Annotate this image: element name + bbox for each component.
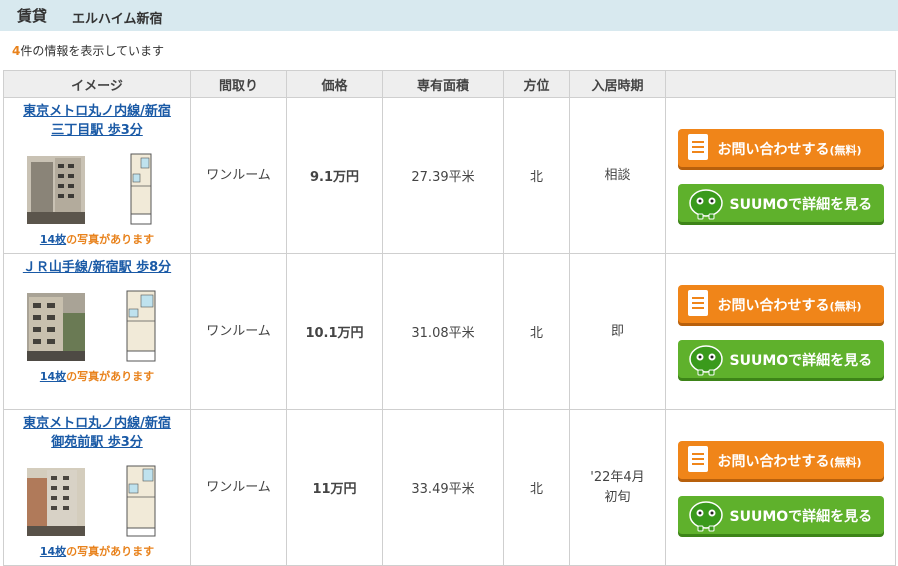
building-photo[interactable] [27, 468, 85, 536]
result-count: 4件の情報を表示しています [12, 42, 164, 59]
inquiry-note: (無料) [829, 456, 862, 469]
image-cell: ＪＲ山手線/新宿駅 歩8分 14枚の写真があります [3, 253, 191, 410]
document-icon [687, 446, 708, 472]
photo-count-text: の写真があります [66, 545, 155, 558]
floor-plan-image[interactable] [121, 152, 161, 226]
suumo-mascot-icon [688, 189, 723, 220]
suumo-mascot-icon [688, 345, 723, 376]
suumo-mascot-icon [688, 501, 723, 532]
image-cell: 東京メトロ丸ノ内線/新宿御苑前駅 歩3分 14枚の写真があります [3, 409, 191, 566]
listing-table: イメージ 間取り 価格 専有面積 方位 入居時期 東京メトロ丸ノ内線/新宿三丁目… [3, 70, 896, 566]
inquiry-label: お問い合わせする [717, 142, 830, 158]
result-count-text: 件の情報を表示しています [20, 44, 165, 58]
floor-plan-image[interactable] [121, 289, 161, 363]
col-image: イメージ [3, 70, 191, 98]
layout-cell: ワンルーム [190, 253, 287, 410]
actions-cell: お問い合わせする(無料) SUUMOで詳細を見る [665, 409, 896, 566]
category-label: 賃貸 [17, 7, 48, 25]
direction-cell: 北 [503, 253, 570, 410]
inquiry-label: お問い合わせする [717, 298, 830, 314]
inquiry-button[interactable]: お問い合わせする(無料) [677, 285, 884, 323]
photo-count-text: の写真があります [66, 233, 155, 246]
area-cell: 33.49平米 [382, 409, 504, 566]
col-direction: 方位 [503, 70, 570, 98]
col-area: 専有面積 [382, 70, 504, 98]
inquiry-note: (無料) [829, 300, 862, 313]
inquiry-button[interactable]: お問い合わせする(無料) [677, 441, 884, 479]
inquiry-label: お問い合わせする [717, 454, 830, 470]
suumo-detail-button[interactable]: SUUMOで詳細を見る [677, 496, 884, 534]
price-cell: 9.1万円 [286, 97, 383, 254]
price-cell: 11万円 [286, 409, 383, 566]
image-cell: 東京メトロ丸ノ内線/新宿三丁目駅 歩3分 14枚の写真があります [3, 97, 191, 254]
document-icon [687, 134, 708, 160]
building-photo[interactable] [27, 293, 85, 361]
document-icon [687, 290, 708, 316]
suumo-detail-button[interactable]: SUUMOで詳細を見る [677, 184, 884, 222]
building-photo[interactable] [27, 156, 85, 224]
col-move-in: 入居時期 [569, 70, 666, 98]
direction-cell: 北 [503, 97, 570, 254]
photo-count-text: の写真があります [66, 370, 155, 383]
actions-cell: お問い合わせする(無料) SUUMOで詳細を見る [665, 97, 896, 254]
col-layout: 間取り [190, 70, 287, 98]
photo-count: 14枚の写真があります [4, 231, 190, 247]
station-link[interactable]: ＪＲ山手線/新宿駅 歩8分 [22, 258, 172, 277]
layout-cell: ワンルーム [190, 409, 287, 566]
station-link[interactable]: 東京メトロ丸ノ内線/新宿三丁目駅 歩3分 [22, 102, 172, 140]
table-header-row: イメージ 間取り 価格 専有面積 方位 入居時期 [3, 70, 896, 98]
photo-count-link[interactable]: 14枚 [40, 370, 66, 383]
suumo-label: SUUMOで詳細を見る [729, 197, 873, 213]
actions-cell: お問い合わせする(無料) SUUMOで詳細を見る [665, 253, 896, 410]
suumo-label: SUUMOで詳細を見る [729, 509, 873, 525]
photo-count: 14枚の写真があります [4, 368, 190, 384]
col-actions [665, 70, 896, 98]
page-header: 賃貸 エルハイム新宿 [0, 0, 898, 31]
inquiry-button[interactable]: お問い合わせする(無料) [677, 129, 884, 167]
building-name: エルハイム新宿 [72, 12, 163, 27]
direction-cell: 北 [503, 409, 570, 566]
station-link[interactable]: 東京メトロ丸ノ内線/新宿御苑前駅 歩3分 [22, 414, 172, 452]
table-row: ＪＲ山手線/新宿駅 歩8分 14枚の写真があります ワンルーム 10.1万円 3… [3, 253, 896, 410]
suumo-detail-button[interactable]: SUUMOで詳細を見る [677, 340, 884, 378]
area-cell: 31.08平米 [382, 253, 504, 410]
price-cell: 10.1万円 [286, 253, 383, 410]
inquiry-note: (無料) [829, 144, 862, 157]
layout-cell: ワンルーム [190, 97, 287, 254]
table-row: 東京メトロ丸ノ内線/新宿三丁目駅 歩3分 14枚の写真があります ワンルーム 9… [3, 97, 896, 254]
move-in-cell: '22年4月初旬 [569, 409, 666, 566]
photo-count-link[interactable]: 14枚 [40, 233, 66, 246]
col-price: 価格 [286, 70, 383, 98]
area-cell: 27.39平米 [382, 97, 504, 254]
move-in-cell: 即 [569, 253, 666, 410]
table-row: 東京メトロ丸ノ内線/新宿御苑前駅 歩3分 14枚の写真があります ワンルーム 1… [3, 409, 896, 566]
photo-count-link[interactable]: 14枚 [40, 545, 66, 558]
suumo-label: SUUMOで詳細を見る [729, 353, 873, 369]
floor-plan-image[interactable] [121, 464, 161, 538]
move-in-cell: 相談 [569, 97, 666, 254]
